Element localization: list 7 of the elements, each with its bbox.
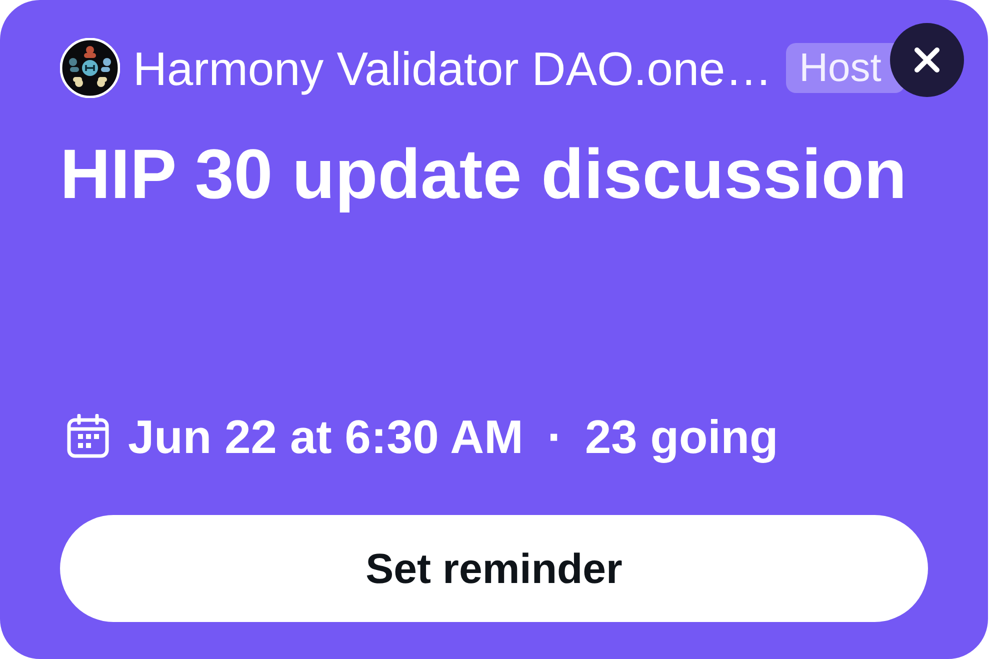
set-reminder-button[interactable]: Set reminder [60,515,928,622]
close-icon [914,47,940,73]
calendar-icon [66,414,110,458]
event-date: Jun 22 at 6:30 AM [128,412,524,460]
avatar-logo-icon [60,38,120,98]
event-title: HIP 30 update discussion [60,134,908,214]
separator-dot: · [547,412,563,460]
